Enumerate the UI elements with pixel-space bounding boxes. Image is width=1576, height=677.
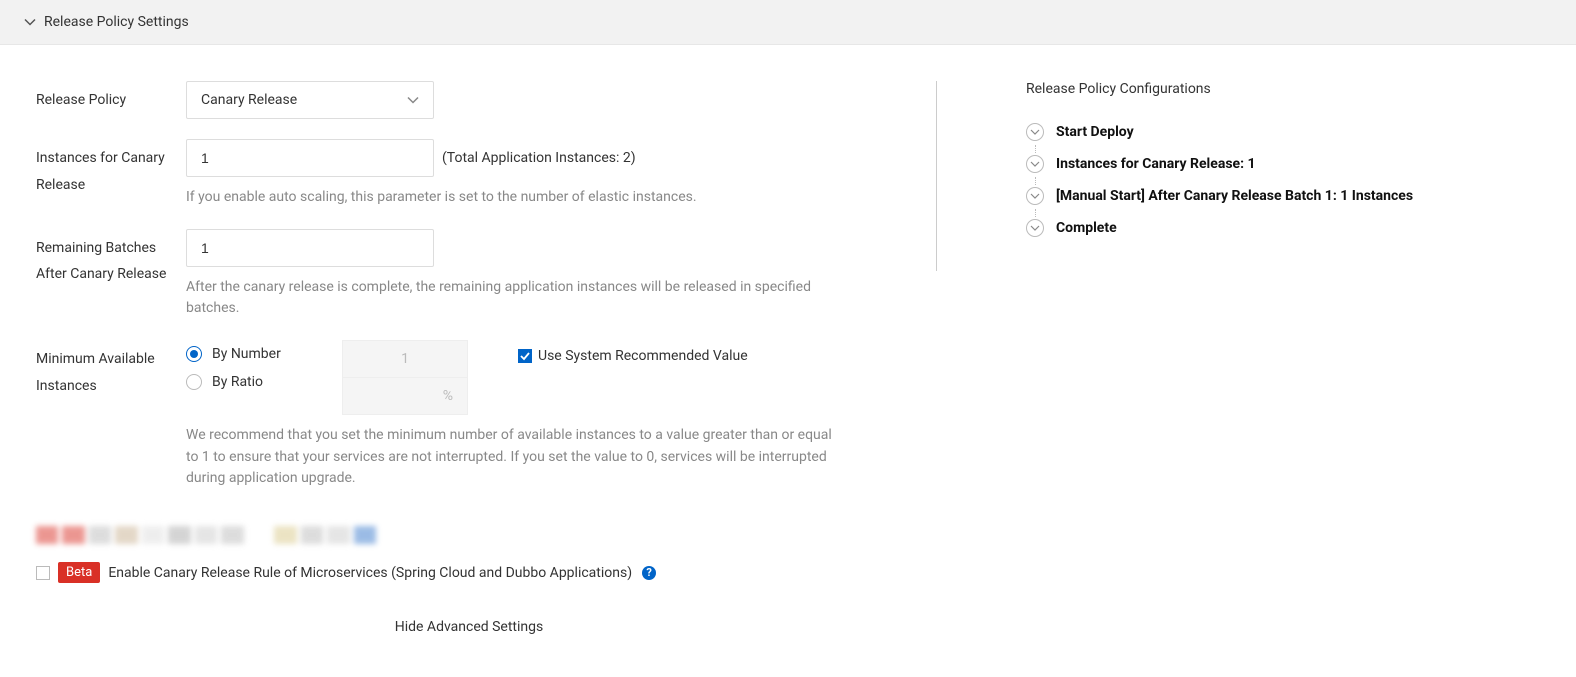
remaining-batches-label: Remaining Batches After Canary Release bbox=[36, 229, 186, 288]
min-available-number-input: 1 bbox=[342, 340, 468, 378]
use-recommended-label: Use System Recommended Value bbox=[538, 348, 748, 364]
chevron-down-icon bbox=[407, 94, 419, 106]
step-label: Instances for Canary Release: 1 bbox=[1056, 156, 1256, 172]
enable-canary-rule-checkbox[interactable] bbox=[36, 566, 50, 580]
use-recommended-checkbox[interactable] bbox=[518, 349, 532, 363]
enable-canary-rule-label: Enable Canary Release Rule of Microservi… bbox=[108, 565, 632, 581]
step-label: Start Deploy bbox=[1056, 124, 1134, 140]
chevron-down-icon bbox=[24, 16, 36, 28]
instances-canary-label: Instances for Canary Release bbox=[36, 139, 186, 198]
remaining-batches-input[interactable] bbox=[186, 229, 434, 267]
vertical-divider bbox=[936, 81, 937, 271]
config-step: [Manual Start] After Canary Release Batc… bbox=[1026, 187, 1540, 219]
help-icon[interactable]: ? bbox=[642, 566, 656, 580]
instances-canary-input[interactable] bbox=[186, 139, 434, 177]
section-title: Release Policy Settings bbox=[44, 14, 189, 30]
config-step: Instances for Canary Release: 1 bbox=[1026, 155, 1540, 187]
hide-advanced-label: Hide Advanced Settings bbox=[395, 619, 543, 635]
release-policy-select[interactable]: Canary Release bbox=[186, 81, 434, 119]
by-number-radio[interactable] bbox=[186, 346, 202, 362]
min-available-label: Minimum Available Instances bbox=[36, 340, 186, 399]
instances-total-note: (Total Application Instances: 2) bbox=[442, 150, 636, 166]
redacted-row bbox=[36, 526, 376, 544]
step-icon bbox=[1026, 219, 1044, 237]
release-policy-value: Canary Release bbox=[201, 92, 297, 108]
min-available-ratio-input: % bbox=[342, 377, 468, 415]
hide-advanced-toggle[interactable]: Hide Advanced Settings bbox=[36, 619, 896, 635]
remaining-batches-help: After the canary release is complete, th… bbox=[186, 277, 846, 320]
section-header[interactable]: Release Policy Settings bbox=[0, 0, 1576, 45]
config-step: Complete bbox=[1026, 219, 1540, 237]
step-label: Complete bbox=[1056, 220, 1117, 236]
step-icon bbox=[1026, 155, 1044, 173]
step-icon bbox=[1026, 123, 1044, 141]
step-label: [Manual Start] After Canary Release Batc… bbox=[1056, 188, 1413, 204]
config-panel-title: Release Policy Configurations bbox=[1026, 81, 1540, 97]
by-ratio-radio[interactable] bbox=[186, 374, 202, 390]
by-number-label: By Number bbox=[212, 346, 281, 362]
instances-canary-help: If you enable auto scaling, this paramet… bbox=[186, 187, 846, 209]
min-available-help: We recommend that you set the minimum nu… bbox=[186, 425, 846, 490]
beta-badge: Beta bbox=[58, 562, 100, 583]
by-ratio-label: By Ratio bbox=[212, 374, 263, 390]
step-icon bbox=[1026, 187, 1044, 205]
config-step: Start Deploy bbox=[1026, 123, 1540, 155]
release-policy-label: Release Policy bbox=[36, 81, 186, 114]
